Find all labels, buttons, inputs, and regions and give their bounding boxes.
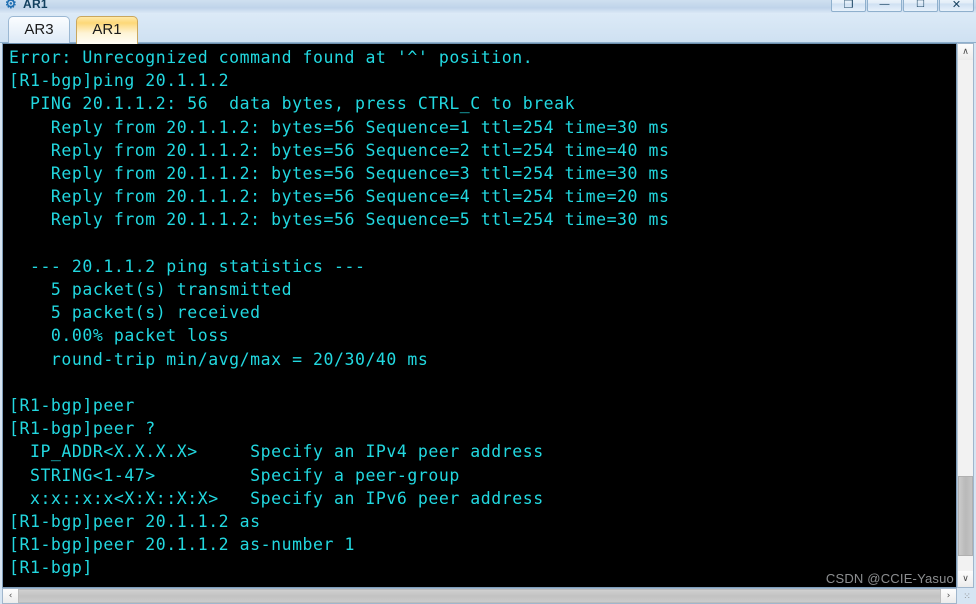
terminal-line: Reply from 20.1.1.2: bytes=56 Sequence=1… (9, 117, 670, 137)
scroll-up-arrow-icon[interactable]: ∧ (958, 44, 973, 60)
terminal-line: Reply from 20.1.1.2: bytes=56 Sequence=3… (9, 164, 670, 184)
terminal-line: Reply from 20.1.1.2: bytes=56 Sequence=5… (9, 210, 670, 230)
minimize-icon: — (879, 0, 890, 10)
window-title: AR1 (23, 0, 48, 11)
scroll-down-arrow-icon[interactable]: ∨ (958, 571, 973, 587)
terminal-line: Reply from 20.1.1.2: bytes=56 Sequence=4… (9, 187, 670, 207)
tab-ar1-label: AR1 (92, 21, 122, 38)
terminal-line: [R1-bgp]peer 20.1.1.2 as (9, 512, 261, 532)
vertical-scrollbar[interactable]: ∧ ∨ (957, 43, 974, 588)
terminal-line: 5 packet(s) transmitted (9, 280, 293, 300)
tab-strip: AR3 AR1 (0, 13, 976, 44)
router-icon: ⚙ (5, 0, 17, 11)
terminal-line: x:x::x:x<X:X::X:X> Specify an IPv6 peer … (9, 488, 544, 508)
resize-grip-icon[interactable]: ⁙ (960, 589, 974, 603)
title-bar: ⚙ AR1 ❐ — ☐ ✕ (0, 0, 976, 14)
restore-icon: ❐ (843, 0, 854, 11)
terminal-line: [R1-bgp]peer 20.1.1.2 as-number 1 (9, 535, 355, 555)
terminal-line: 5 packet(s) received (9, 303, 261, 323)
terminal-console[interactable]: Error: Unrecognized command found at '^'… (2, 43, 957, 588)
vertical-scrollbar-thumb[interactable] (958, 476, 973, 556)
terminal-line: [R1-bgp] (9, 558, 93, 578)
terminal-pane: Error: Unrecognized command found at '^'… (0, 43, 976, 604)
terminal-line: IP_ADDR<X.X.X.X> Specify an IPv4 peer ad… (9, 442, 544, 462)
terminal-line: [R1-bgp]peer (9, 396, 135, 416)
emulator-window: ⚙ AR1 ❐ — ☐ ✕ AR3 AR1 Error: Unrecognize… (0, 0, 976, 604)
restore-button[interactable]: ❐ (831, 0, 866, 12)
terminal-line: [R1-bgp]ping 20.1.1.2 (9, 71, 230, 91)
tab-ar3[interactable]: AR3 (8, 16, 70, 44)
scroll-right-arrow-icon[interactable]: › (941, 589, 956, 603)
minimize-button[interactable]: — (867, 0, 902, 12)
horizontal-scrollbar-thumb[interactable] (18, 589, 941, 603)
maximize-button[interactable]: ☐ (903, 0, 938, 12)
terminal-output: Error: Unrecognized command found at '^'… (9, 46, 669, 580)
horizontal-scrollbar[interactable]: ‹ › (2, 588, 957, 604)
terminal-line: PING 20.1.1.2: 56 data bytes, press CTRL… (9, 94, 576, 114)
window-controls: ❐ — ☐ ✕ (831, 0, 974, 12)
close-icon: ✕ (951, 0, 962, 11)
tab-ar3-label: AR3 (24, 21, 54, 38)
terminal-line: round-trip min/avg/max = 20/30/40 ms (9, 349, 429, 369)
maximize-icon: ☐ (916, 0, 925, 10)
terminal-line: STRING<1-47> Specify a peer-group (9, 465, 460, 485)
terminal-line: Reply from 20.1.1.2: bytes=56 Sequence=2… (9, 140, 670, 160)
terminal-line: --- 20.1.1.2 ping statistics --- (9, 256, 366, 276)
scroll-left-arrow-icon[interactable]: ‹ (3, 589, 18, 603)
terminal-line: [R1-bgp]peer ? (9, 419, 156, 439)
tab-ar1[interactable]: AR1 (76, 16, 138, 44)
close-button[interactable]: ✕ (939, 0, 974, 12)
terminal-line: 0.00% packet loss (9, 326, 230, 346)
terminal-line: Error: Unrecognized command found at '^'… (9, 48, 534, 67)
